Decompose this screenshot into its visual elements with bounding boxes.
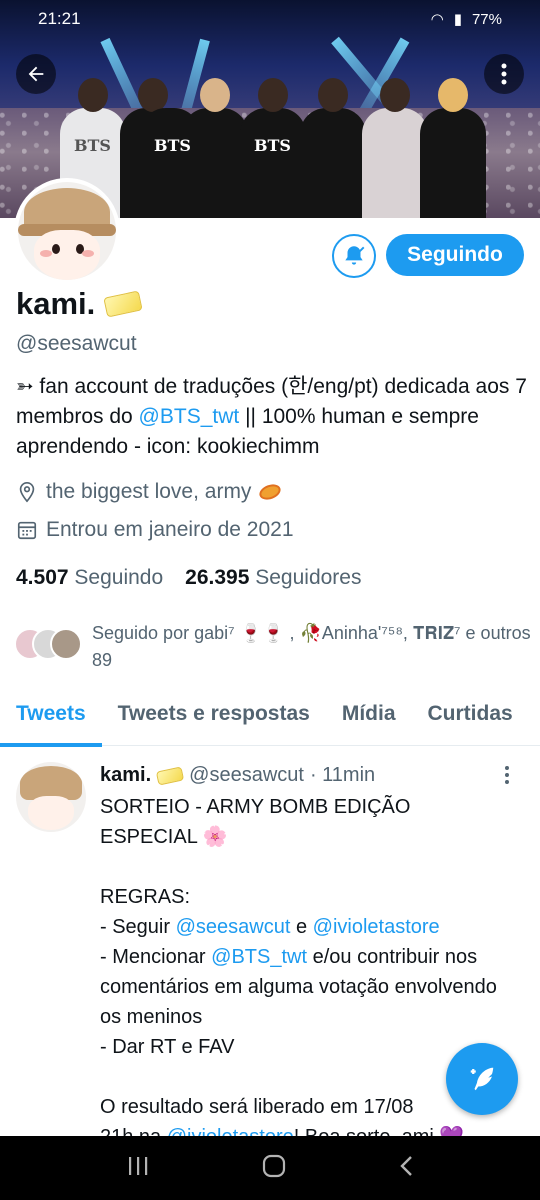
signal-icon: ▮	[453, 11, 462, 28]
tweet-author-name[interactable]: kami.	[100, 764, 151, 787]
home-icon[interactable]	[261, 1153, 287, 1184]
tab-tweets-and-replies[interactable]: Tweets e respostas	[102, 694, 326, 746]
recents-icon[interactable]	[126, 1155, 150, 1182]
followed-by-avatars	[14, 628, 84, 662]
member-figure	[420, 78, 486, 218]
shirt-text: BTS	[74, 136, 111, 155]
back-button[interactable]	[16, 54, 56, 94]
bio-mention-link[interactable]: @BTS_twt	[139, 405, 240, 428]
more-options-button[interactable]	[484, 54, 524, 94]
tweet-more-button[interactable]	[504, 766, 510, 790]
tweet-avatar[interactable]	[16, 762, 86, 832]
tweet-author-handle[interactable]: @seesawcut	[189, 764, 304, 787]
avatar-illustration	[18, 182, 116, 280]
more-vertical-icon	[505, 766, 509, 784]
butter-emoji-icon	[103, 290, 143, 318]
profile-name-text: kami.	[16, 286, 96, 321]
compose-feather-icon	[470, 1067, 494, 1091]
arrow-left-icon	[28, 66, 44, 82]
following-button[interactable]: Seguindo	[386, 234, 524, 276]
planet-emoji-icon	[257, 481, 284, 503]
profile-avatar[interactable]	[14, 178, 120, 284]
tweet-line: - Mencionar	[100, 946, 212, 968]
following-stat[interactable]: 4.507 Seguindo	[16, 566, 163, 590]
following-count: 4.507	[16, 566, 69, 589]
followers-label: Seguidores	[255, 566, 362, 589]
profile-tabs: Tweets Tweets e respostas Mídia Curtidas	[0, 694, 540, 747]
status-time: 21:21	[38, 9, 81, 28]
avatar	[50, 628, 82, 660]
followed-by-text: Seguido por gabi⁷ 🍷🍷 , 🥀Aninha'⁷⁵⁸, 𝐓𝐑𝐈𝐙…	[92, 623, 531, 670]
followers-count: 26.395	[185, 566, 250, 589]
profile-bio: ➳ fan account de traduções (한/eng/pt) de…	[16, 372, 528, 462]
tab-tweets[interactable]: Tweets	[0, 694, 102, 747]
wifi-icon: ◠	[430, 11, 444, 28]
member-figure	[362, 78, 428, 218]
profile-location: the biggest love, army	[16, 480, 284, 504]
tweet-time: · 11min	[309, 764, 376, 786]
system-navigation-bar	[0, 1136, 540, 1200]
tweet-header: kami. @seesawcut · 11min	[100, 764, 375, 787]
profile-handle: @seesawcut	[16, 332, 137, 355]
member-figure: BTS	[240, 78, 306, 218]
status-icons: ◠ ▮ 77%	[430, 10, 502, 29]
tab-media[interactable]: Mídia	[326, 694, 412, 746]
tweet-line: REGRAS:	[100, 886, 191, 908]
member-figure	[300, 78, 366, 218]
tweet-line: O resultado será liberado em 17/08	[100, 1096, 414, 1118]
mention-link[interactable]: @seesawcut	[176, 916, 291, 938]
follow-counts: 4.507 Seguindo 26.395 Seguidores	[16, 566, 361, 590]
tweet-text: SORTEIO - ARMY BOMB EDIÇÃO ESPECIAL 🌸 RE…	[100, 792, 510, 1152]
tweet-line: - Seguir	[100, 916, 176, 938]
tweet-line: - Dar RT e FAV	[100, 1036, 235, 1058]
profile-joined: Entrou em janeiro de 2021	[16, 518, 294, 542]
location-pin-icon	[19, 482, 35, 503]
tweet-line: SORTEIO - ARMY BOMB EDIÇÃO ESPECIAL 🌸	[100, 796, 411, 848]
battery-text: 77%	[471, 10, 502, 28]
location-text: the biggest love, army	[46, 480, 252, 503]
more-vertical-icon	[501, 63, 507, 85]
notifications-toggle-button[interactable]	[332, 234, 376, 278]
bell-check-icon	[345, 246, 365, 265]
mention-link[interactable]: @BTS_twt	[211, 946, 307, 968]
shirt-text: BTS	[254, 136, 291, 155]
member-figure: BTS	[140, 108, 200, 218]
followed-by-row[interactable]: Seguido por gabi⁷ 🍷🍷 , 🥀Aninha'⁷⁵⁸, 𝐓𝐑𝐈𝐙…	[14, 620, 534, 674]
shirt-text: BTS	[154, 136, 191, 155]
tab-likes[interactable]: Curtidas	[412, 694, 529, 746]
calendar-icon	[17, 521, 37, 540]
back-icon[interactable]	[398, 1154, 414, 1183]
status-bar: 21:21 ◠ ▮ 77%	[0, 0, 540, 38]
profile-name: kami.	[16, 286, 143, 322]
compose-tweet-button[interactable]	[446, 1043, 518, 1115]
mention-link[interactable]: @ivioletastore	[313, 916, 440, 938]
following-label: Seguindo	[74, 566, 164, 589]
tweet-line: e	[290, 916, 313, 938]
joined-text: Entrou em janeiro de 2021	[46, 518, 294, 541]
followers-stat[interactable]: 26.395 Seguidores	[185, 566, 361, 590]
butter-emoji-icon	[155, 765, 185, 786]
